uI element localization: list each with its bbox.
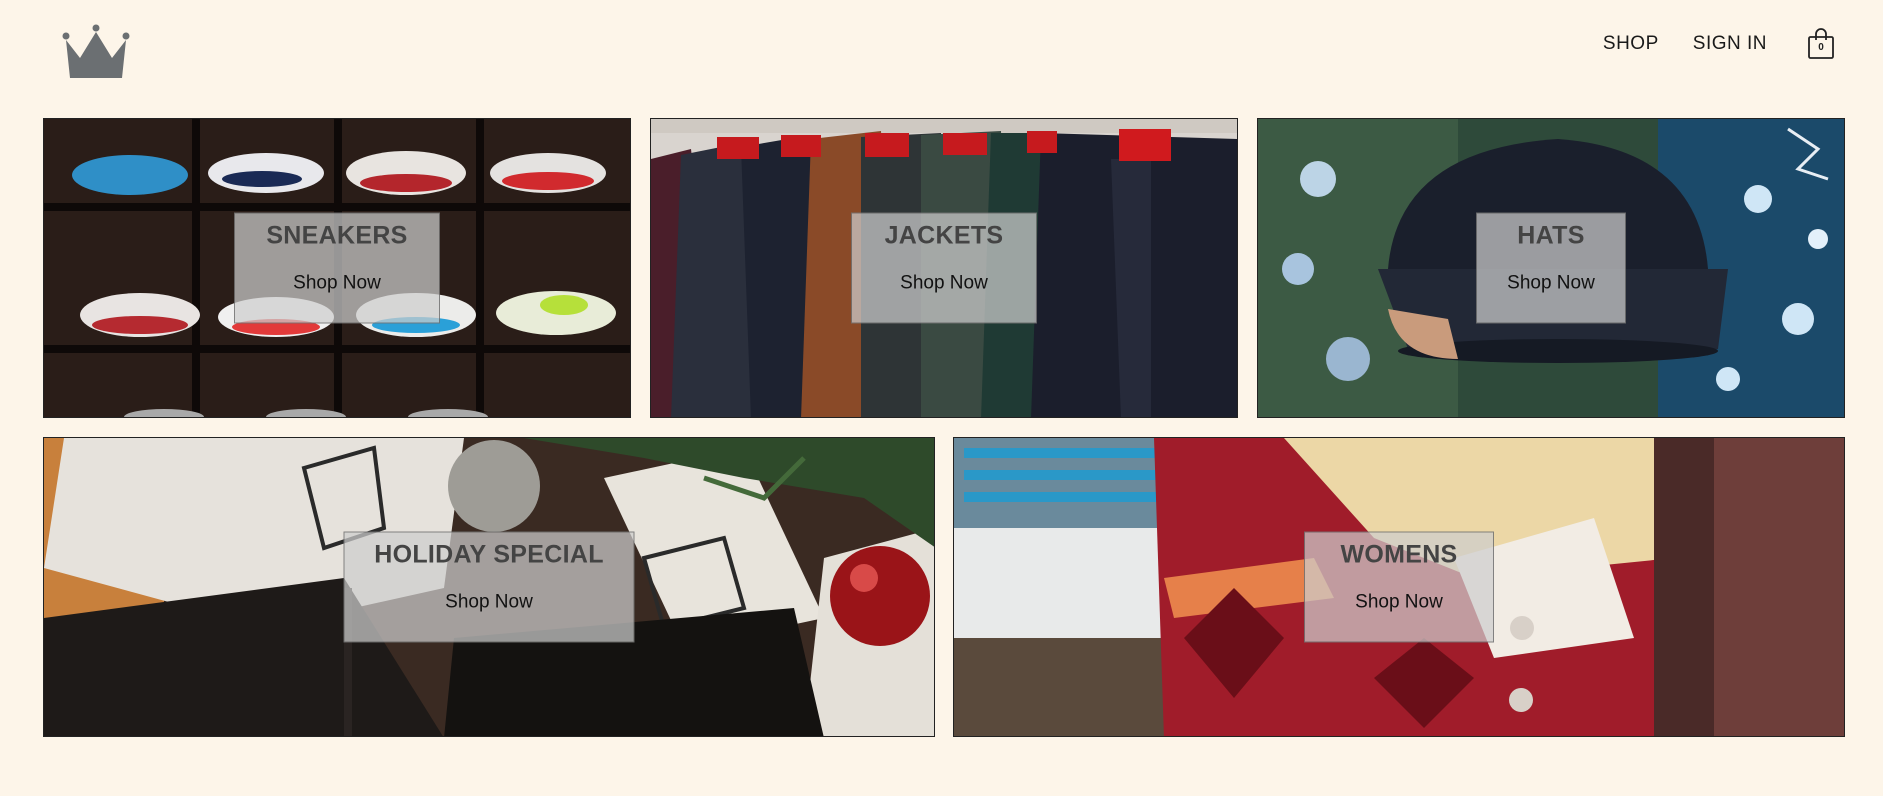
tile-title: SNEAKERS <box>266 221 408 250</box>
tile-title: JACKETS <box>884 221 1004 250</box>
shop-now-link[interactable]: Shop Now <box>1507 273 1595 295</box>
category-tile-womens[interactable]: WOMENS Shop Now <box>953 437 1845 737</box>
cart-count-badge: 0 <box>1818 42 1824 53</box>
cart-button[interactable]: 0 <box>1807 28 1835 60</box>
tile-overlay[interactable]: JACKETS Shop Now <box>851 212 1037 324</box>
shop-now-link[interactable]: Shop Now <box>445 592 533 614</box>
shop-now-link[interactable]: Shop Now <box>293 273 381 295</box>
tile-title: HATS <box>1517 221 1585 250</box>
tile-title: WOMENS <box>1340 540 1458 569</box>
tile-overlay[interactable]: WOMENS Shop Now <box>1304 531 1494 643</box>
shop-now-link[interactable]: Shop Now <box>1355 592 1443 614</box>
tile-overlay[interactable]: HATS Shop Now <box>1476 212 1626 324</box>
category-tile-hats[interactable]: HATS Shop Now <box>1257 118 1845 418</box>
nav-shop-link[interactable]: SHOP <box>1603 33 1659 55</box>
tile-overlay[interactable]: SNEAKERS Shop Now <box>234 212 440 324</box>
tile-title: HOLIDAY SPECIAL <box>374 540 604 569</box>
shop-now-link[interactable]: Shop Now <box>900 273 988 295</box>
category-tile-holiday-special[interactable]: HOLIDAY SPECIAL Shop Now <box>43 437 935 737</box>
main-nav: SHOP SIGN IN 0 <box>1603 24 1835 64</box>
tile-overlay[interactable]: HOLIDAY SPECIAL Shop Now <box>343 531 635 643</box>
crown-logo-icon[interactable] <box>62 24 130 82</box>
category-tile-sneakers[interactable]: SNEAKERS Shop Now <box>43 118 631 418</box>
nav-signin-link[interactable]: SIGN IN <box>1693 33 1767 55</box>
category-tile-jackets[interactable]: JACKETS Shop Now <box>650 118 1238 418</box>
